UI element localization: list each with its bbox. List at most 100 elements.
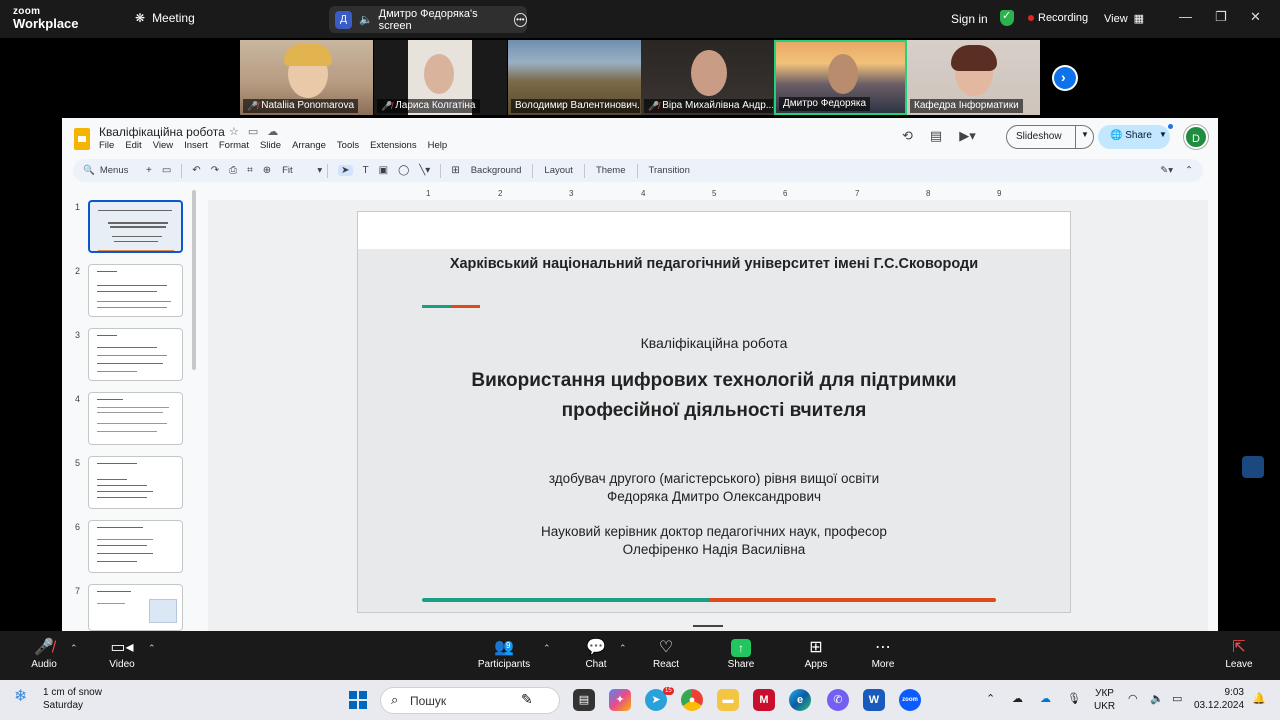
close-icon[interactable]: ✕ bbox=[1250, 9, 1261, 25]
star-icon[interactable]: ☆ bbox=[229, 125, 239, 138]
microphone-icon[interactable]: 🎙 bbox=[1067, 692, 1081, 705]
share-screen-button[interactable]: ↑ Share bbox=[723, 637, 759, 670]
screen-share-pill[interactable]: Д 🔈 Дмитро Федоряка's screen ••• bbox=[329, 6, 528, 33]
meet-icon[interactable]: ▶▾ bbox=[959, 128, 976, 144]
history-icon[interactable]: ⟲ bbox=[902, 128, 913, 144]
audio-caret-icon[interactable]: ⌃ bbox=[70, 643, 78, 654]
view-button[interactable]: View ▦ bbox=[1104, 12, 1144, 26]
participant-tile[interactable]: 🎤̸ Nataliia Ponomarova bbox=[240, 40, 373, 115]
slide-thumbnail[interactable] bbox=[88, 584, 183, 631]
word-icon[interactable]: W bbox=[863, 689, 885, 711]
redo-icon[interactable]: ↷ bbox=[211, 165, 219, 176]
tray-chevron-icon[interactable]: ⌃ bbox=[986, 692, 995, 705]
notification-bell-icon[interactable]: 🔔 bbox=[1252, 692, 1266, 705]
document-title[interactable]: Кваліфікаційна робота bbox=[99, 125, 225, 139]
layout-button[interactable]: Layout bbox=[544, 165, 573, 176]
transition-button[interactable]: Transition bbox=[649, 165, 690, 176]
horizontal-scroll-handle[interactable] bbox=[693, 625, 723, 627]
participant-tile[interactable]: Кафедра Інформатики bbox=[907, 40, 1040, 115]
slide-thumbnail[interactable] bbox=[88, 264, 183, 317]
next-participants-button[interactable]: › bbox=[1052, 65, 1078, 91]
system-clock[interactable]: 9:03 03.12.2024 bbox=[1194, 686, 1244, 712]
slide-thumbnail[interactable] bbox=[88, 456, 183, 509]
viber-icon[interactable]: ✆ bbox=[827, 689, 849, 711]
apps-button[interactable]: ⊞ Apps bbox=[800, 637, 832, 670]
participant-tile-active[interactable]: Дмитро Федоряка bbox=[774, 40, 907, 115]
onedrive-blue-icon[interactable]: ☁ bbox=[1040, 692, 1051, 705]
undo-icon[interactable]: ↶ bbox=[192, 165, 200, 176]
language-indicator[interactable]: УКР UKR bbox=[1094, 687, 1115, 713]
menu-view[interactable]: View bbox=[153, 140, 173, 151]
paint-format-icon[interactable]: ⌗ bbox=[247, 165, 253, 176]
more-button[interactable]: ⋯ More bbox=[867, 637, 899, 670]
more-icon[interactable]: ••• bbox=[513, 12, 528, 27]
menus-search[interactable]: 🔍 Menus bbox=[83, 165, 141, 176]
slide-thumbnail[interactable] bbox=[88, 200, 183, 253]
participant-tile[interactable]: 🎤̸ Віра Михайлівна Андр... bbox=[641, 40, 774, 115]
floating-tool-icon[interactable] bbox=[1242, 456, 1264, 478]
sign-in-button[interactable]: Sign in bbox=[951, 12, 988, 26]
menu-help[interactable]: Help bbox=[428, 140, 448, 151]
chat-button[interactable]: 💬 Chat bbox=[580, 637, 612, 670]
slides-logo-icon[interactable] bbox=[74, 128, 90, 150]
slideshow-button[interactable]: Slideshow ▼ bbox=[1006, 125, 1094, 149]
folder-icon[interactable]: ▭ bbox=[248, 125, 258, 138]
participants-button[interactable]: 👥 9 Participants bbox=[474, 637, 534, 670]
windows-start-icon[interactable] bbox=[349, 691, 367, 709]
taskbar-search[interactable]: ⌕ Пошук ✎ bbox=[380, 687, 560, 714]
restore-icon[interactable]: ❐ bbox=[1215, 9, 1227, 25]
copilot-icon[interactable]: ✦ bbox=[609, 689, 631, 711]
audio-button[interactable]: 🎤̸ Audio bbox=[27, 637, 61, 670]
wifi-icon[interactable]: ◠ bbox=[1128, 692, 1138, 705]
mcafee-icon[interactable]: M bbox=[753, 689, 775, 711]
layout-icon[interactable]: ▭ bbox=[162, 165, 171, 176]
add-icon[interactable]: + bbox=[146, 165, 152, 176]
text-box-icon[interactable]: T bbox=[363, 165, 369, 176]
chevron-down-icon[interactable]: ▼ bbox=[1159, 130, 1167, 139]
participants-caret-icon[interactable]: ⌃ bbox=[543, 643, 551, 654]
volume-icon[interactable]: 🔈 bbox=[1150, 692, 1164, 705]
zoom-select[interactable]: Fit ▾ bbox=[282, 165, 322, 176]
zoom-icon[interactable]: ⊕ bbox=[263, 165, 271, 176]
leave-button[interactable]: ⇱ Leave bbox=[1224, 637, 1254, 670]
line-icon[interactable]: ╲▾ bbox=[419, 165, 430, 176]
theme-button[interactable]: Theme bbox=[596, 165, 626, 176]
menu-edit[interactable]: Edit bbox=[125, 140, 141, 151]
menu-file[interactable]: File bbox=[99, 140, 114, 151]
comment-icon[interactable]: ▤ bbox=[930, 128, 942, 144]
meeting-button[interactable]: ❋ Meeting bbox=[135, 11, 195, 25]
edge-icon[interactable]: e bbox=[789, 689, 811, 711]
chat-caret-icon[interactable]: ⌃ bbox=[619, 643, 627, 654]
menu-slide[interactable]: Slide bbox=[260, 140, 281, 151]
task-view-icon[interactable]: ▤ bbox=[573, 689, 595, 711]
cloud-icon[interactable]: ☁ bbox=[267, 125, 278, 138]
background-button[interactable]: Background bbox=[471, 165, 522, 176]
recording-indicator[interactable]: Recording bbox=[1028, 12, 1088, 24]
video-button[interactable]: ▭◂ Video bbox=[105, 637, 139, 670]
battery-icon[interactable]: ▭ bbox=[1172, 692, 1182, 705]
select-cursor-icon[interactable]: ➤ bbox=[338, 165, 353, 176]
video-caret-icon[interactable]: ⌃ bbox=[148, 643, 156, 654]
menu-insert[interactable]: Insert bbox=[184, 140, 208, 151]
menu-arrange[interactable]: Arrange bbox=[292, 140, 326, 151]
image-icon[interactable]: ▣ bbox=[379, 165, 388, 176]
slide-thumbnail[interactable] bbox=[88, 328, 183, 381]
shield-icon[interactable] bbox=[1000, 9, 1014, 26]
slide-thumbnail[interactable] bbox=[88, 392, 183, 445]
print-icon[interactable]: ⎙ bbox=[229, 165, 237, 176]
chevron-down-icon[interactable]: ▼ bbox=[1081, 130, 1089, 139]
minimize-icon[interactable]: — bbox=[1179, 9, 1192, 24]
collapse-icon[interactable]: ⌃ bbox=[1185, 165, 1193, 176]
menu-format[interactable]: Format bbox=[219, 140, 249, 151]
onedrive-icon[interactable]: ☁ bbox=[1012, 692, 1023, 705]
share-button[interactable]: 🌐 Share ▼ bbox=[1098, 125, 1170, 149]
zoom-app-icon[interactable]: zoom bbox=[899, 689, 921, 711]
weather-widget[interactable]: ❄ 1 cm of snow Saturday bbox=[14, 686, 102, 712]
participant-tile[interactable]: 🎤̸ Лариса Колгатіна bbox=[374, 40, 507, 115]
chrome-icon[interactable]: ● bbox=[681, 689, 703, 711]
current-slide[interactable]: Харківський національний педагогічний ун… bbox=[357, 211, 1071, 613]
react-button[interactable]: ♡ React bbox=[650, 637, 682, 670]
menu-tools[interactable]: Tools bbox=[337, 140, 359, 151]
user-avatar[interactable]: D bbox=[1184, 125, 1208, 149]
file-explorer-icon[interactable]: ▬ bbox=[717, 689, 739, 711]
